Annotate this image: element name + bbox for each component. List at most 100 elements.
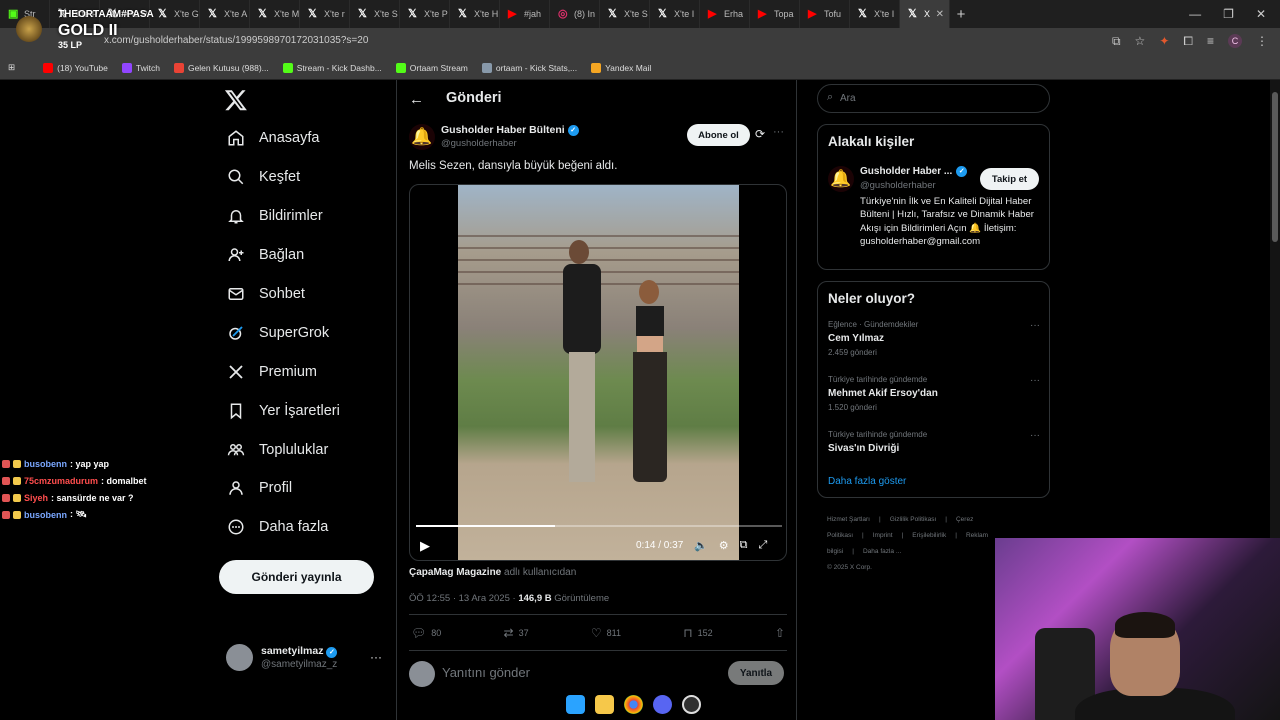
browser-tab[interactable]: ▶ Tofu xyxy=(800,0,850,28)
nav-item-1[interactable]: Anasayfa xyxy=(219,119,389,158)
browser-tab[interactable]: 𝕏 X ✕ xyxy=(900,0,950,28)
nav-item-6[interactable]: SuperGrok xyxy=(219,313,389,352)
browser-tab[interactable]: 𝕏 X'te H xyxy=(450,0,500,28)
more-icon[interactable]: ··· xyxy=(370,650,382,664)
bookmark-item[interactable]: Ortaam Stream xyxy=(395,62,468,73)
reply-input[interactable]: Yanıtını gönder xyxy=(442,665,530,680)
bookmark-item[interactable]: Stream - Kick Dashb... xyxy=(282,62,382,73)
chrome-icon[interactable] xyxy=(624,694,643,714)
attribution-source[interactable]: ÇapaMag Magazine xyxy=(409,567,501,578)
footer-link[interactable]: Imprint xyxy=(873,532,893,539)
repost-action[interactable]: ⇄ 37 xyxy=(504,626,529,640)
browser-tab[interactable]: 𝕏 X'te P xyxy=(400,0,450,28)
browser-tab[interactable]: 𝕏 X'te S xyxy=(600,0,650,28)
browser-tab[interactable]: ▶ Erha xyxy=(700,0,750,28)
related-bio: Türkiye'nin İlk ve En Kaliteli Dijital H… xyxy=(860,196,1034,247)
footer-link[interactable]: Gizlilik Politikası xyxy=(890,516,937,523)
play-icon[interactable]: ▶ xyxy=(420,538,430,554)
maximize-icon[interactable]: ❐ xyxy=(1223,7,1234,21)
browser-tab[interactable]: 𝕏 X'te M xyxy=(250,0,300,28)
nav-item-2[interactable]: Keşfet xyxy=(219,158,389,197)
post-button[interactable]: Gönderi yayınla xyxy=(219,560,374,594)
more-icon[interactable]: ··· xyxy=(1030,430,1040,441)
pip-icon[interactable]: ⧉ xyxy=(740,539,748,552)
discord-icon[interactable] xyxy=(653,694,672,714)
close-tab-icon[interactable]: ✕ xyxy=(936,9,944,20)
reply-action[interactable]: 💬︎ 80 xyxy=(411,626,441,640)
author-name[interactable]: Gusholder Haber Bülteni ✓ xyxy=(441,124,579,136)
browser-tab[interactable]: ◎ (8) In xyxy=(550,0,600,28)
apps-icon[interactable]: ⊞ xyxy=(8,62,15,73)
scroll-thumb[interactable] xyxy=(1272,92,1278,242)
browser-tab[interactable]: 𝕏 X'te I xyxy=(650,0,700,28)
fullscreen-icon[interactable]: ⤢ xyxy=(758,539,767,552)
trend-item[interactable]: Türkiye tarihinde gündemde Mehmet Akif Er… xyxy=(828,375,1040,419)
account-switcher[interactable]: sametyilmaz ✓ @sametyilmaz_z ··· xyxy=(226,643,386,673)
trend-item[interactable]: Eğlence · Gündemdekiler Cem Yılmaz 2.459 g… xyxy=(828,320,1040,364)
star-icon[interactable]: ☆ xyxy=(1135,34,1146,49)
nav-item-label: Bildirimler xyxy=(259,208,323,225)
install-icon[interactable]: ⧉ xyxy=(1112,34,1121,49)
share-action[interactable]: ⇧ xyxy=(775,626,785,640)
related-handle[interactable]: @gusholderhaber xyxy=(860,180,936,191)
nav-item-4[interactable]: Bağlan xyxy=(219,236,389,275)
nav-item-9[interactable]: Topluluklar xyxy=(219,430,389,469)
bookmark-item[interactable]: (18) YouTube xyxy=(43,62,108,73)
reply-button[interactable]: Yanıtla xyxy=(728,661,784,685)
bookmark-item[interactable]: Twitch xyxy=(121,62,160,73)
author-handle[interactable]: @gusholderhaber xyxy=(441,138,517,149)
browser-tab[interactable]: 𝕏 X'te A xyxy=(200,0,250,28)
bookmark-item[interactable]: Yandex Mail xyxy=(591,62,651,73)
footer-link[interactable]: Erişilebilirlik xyxy=(912,532,946,539)
puzzle-icon[interactable]: ⧠ xyxy=(1183,34,1193,49)
obs-icon[interactable] xyxy=(682,694,701,714)
bookmark-action[interactable]: ⊓ 152 xyxy=(683,626,712,640)
extension-icon[interactable]: ✦ xyxy=(1159,34,1169,49)
footer-link[interactable]: Daha fazla ... xyxy=(863,548,901,555)
browser-tab[interactable]: 𝕏 X'te I xyxy=(850,0,900,28)
trend-item[interactable]: Türkiye tarihinde gündemde Sivas'ın Divri… xyxy=(828,430,1040,474)
nav-item-8[interactable]: Yer İşaretleri xyxy=(219,391,389,430)
browser-tab[interactable]: 𝕏 X'te r xyxy=(300,0,350,28)
file-explorer-icon[interactable] xyxy=(595,694,614,714)
profile-avatar[interactable]: C xyxy=(1228,34,1242,48)
more-icon[interactable]: ··· xyxy=(773,126,784,138)
footer-link[interactable]: Hizmet Şartları xyxy=(827,516,870,523)
bookmark-item[interactable]: ortaam - Kick Stats,... xyxy=(481,62,577,73)
related-name[interactable]: Gusholder Haber ... ✓ xyxy=(860,166,968,177)
show-more-link[interactable]: Daha fazla göster xyxy=(828,476,906,487)
address-bar[interactable]: x.com/gusholderhaber/status/199959897017… xyxy=(0,28,1280,56)
more-icon[interactable]: ··· xyxy=(1030,320,1040,331)
trend-category: Türkiye tarihinde gündemde xyxy=(828,430,928,439)
grok-icon[interactable]: ⟳ xyxy=(755,127,765,141)
volume-icon[interactable]: 🔈 xyxy=(694,539,708,552)
browser-tab[interactable]: ▶ Topa xyxy=(750,0,800,28)
nav-item-10[interactable]: Profil xyxy=(219,469,389,508)
minimize-icon[interactable]: — xyxy=(1189,7,1201,21)
nav-item-11[interactable]: Daha fazla xyxy=(219,508,389,547)
search-input[interactable] xyxy=(840,90,1040,107)
settings-icon[interactable]: ⚙ xyxy=(719,539,729,552)
window-close-icon[interactable]: ✕ xyxy=(1256,7,1266,21)
browser-tab[interactable]: 𝕏 X'te S xyxy=(350,0,400,28)
subscribe-button[interactable]: Abone ol xyxy=(687,124,750,146)
like-action[interactable]: ♡ 811 xyxy=(591,626,621,640)
windows-start-icon[interactable] xyxy=(566,694,585,714)
nav-item-3[interactable]: Bildirimler xyxy=(219,197,389,236)
back-arrow-icon[interactable]: ← xyxy=(409,91,424,108)
nav-item-5[interactable]: Sohbet xyxy=(219,275,389,314)
nav-item-7[interactable]: Premium xyxy=(219,352,389,391)
browser-tab[interactable]: ▶ #jah xyxy=(500,0,550,28)
author-avatar[interactable]: 🔔 xyxy=(409,124,435,150)
follow-button[interactable]: Takip et xyxy=(980,168,1039,190)
video-progress-bar[interactable] xyxy=(416,525,782,527)
x-logo-icon[interactable] xyxy=(224,88,248,112)
new-tab-button[interactable]: + xyxy=(950,6,972,23)
search-box[interactable]: ⌕ xyxy=(817,84,1050,113)
menu-icon[interactable]: ⋮ xyxy=(1256,34,1268,49)
more-icon[interactable]: ··· xyxy=(1030,375,1040,386)
media-icon[interactable]: ≡ xyxy=(1207,34,1214,49)
bookmark-item[interactable]: Gelen Kutusu (988)... xyxy=(173,62,269,73)
video-player[interactable]: ▶ 0:14 / 0:37 🔈 ⚙ ⧉ ⤢ xyxy=(409,184,787,561)
author-avatar[interactable]: 🔔 xyxy=(828,166,854,192)
